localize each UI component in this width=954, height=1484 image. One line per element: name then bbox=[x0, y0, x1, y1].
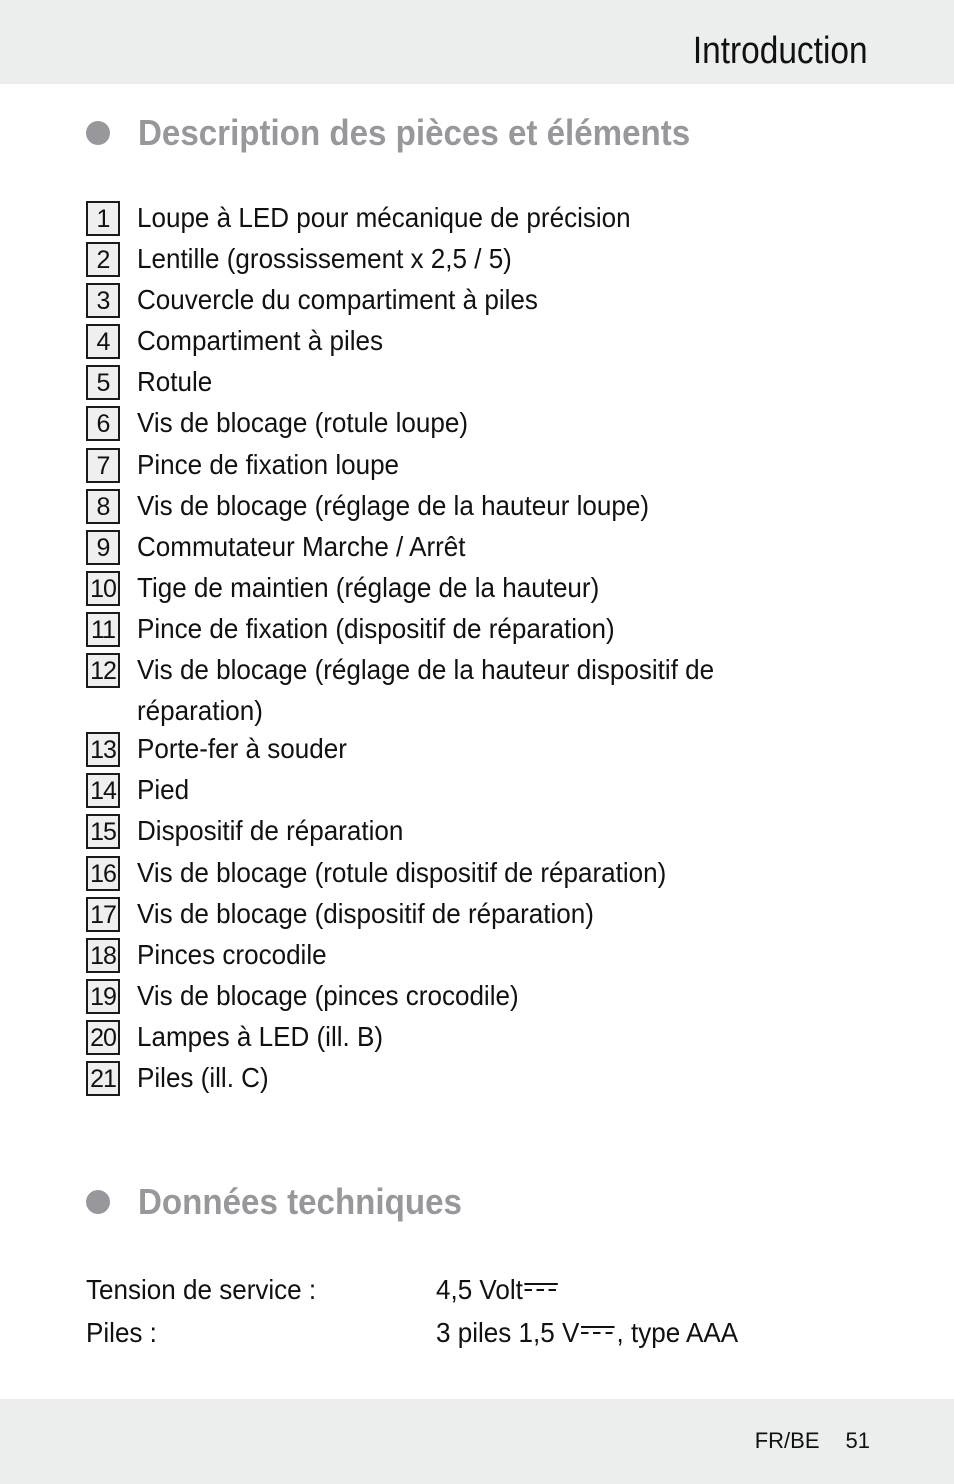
parts-list-item: 3 Couvercle du compartiment à piles bbox=[86, 282, 846, 323]
tech-specs-table: Tension de service : 4,5 Volt Piles : 3 pil… bbox=[86, 1268, 846, 1354]
parts-list-item: 9 Commutateur Marche / Arrêt bbox=[86, 529, 846, 570]
part-number-box: 11 bbox=[86, 611, 120, 647]
part-number-box: 16 bbox=[86, 855, 120, 891]
section-heading-parts: Description des pièces et éléments bbox=[86, 112, 738, 154]
spec-value-text: 3 piles 1,5 V bbox=[436, 1316, 580, 1348]
part-number-box: 12 bbox=[86, 653, 120, 689]
part-number-box: 13 bbox=[86, 732, 120, 768]
part-label: Loupe à LED pour mécanique de précision bbox=[137, 202, 631, 233]
part-number-box: 2 bbox=[86, 242, 120, 278]
spec-value-text: 4,5 Volt bbox=[436, 1273, 523, 1305]
part-number-box: 3 bbox=[86, 283, 120, 319]
part-number-box: 1 bbox=[86, 201, 120, 236]
parts-list-item: 13 Porte-fer à souder bbox=[86, 731, 846, 772]
parts-list-item: 21 Piles (ill. C) bbox=[86, 1060, 846, 1101]
parts-list-item: 15 Dispositif de réparation bbox=[86, 813, 846, 854]
spec-row: Piles : 3 piles 1,5 V , type AAA bbox=[86, 1311, 846, 1354]
bullet-icon bbox=[86, 1190, 110, 1214]
part-number-box: 20 bbox=[86, 1019, 120, 1055]
spec-value: 4,5 Volt bbox=[436, 1274, 560, 1306]
spec-label: Tension de service : bbox=[86, 1273, 317, 1305]
part-label: Rotule bbox=[137, 366, 213, 398]
dc-current-icon bbox=[581, 1325, 615, 1335]
parts-list-item: 7 Pince de fixation loupe bbox=[86, 447, 846, 488]
section-heading-specs: Données techniques bbox=[86, 1181, 490, 1223]
part-label: Pinces crocodile bbox=[137, 938, 327, 970]
parts-list-item: 6 Vis de blocage (rotule loupe) bbox=[86, 405, 846, 446]
part-label: Lentille (grossissement x 2,5 / 5) bbox=[137, 243, 512, 275]
parts-list-item: 18 Pinces crocodile bbox=[86, 937, 846, 978]
page-title: Introduction bbox=[693, 30, 868, 72]
parts-list-item: 4 Compartiment à piles bbox=[86, 323, 846, 364]
part-label: Dispositif de réparation bbox=[137, 815, 404, 847]
part-number-box: 8 bbox=[86, 488, 120, 524]
parts-list-item: 17 Vis de blocage (dispositif de réparati… bbox=[86, 896, 846, 937]
parts-list: 1 Loupe à LED pour mécanique de précision… bbox=[86, 200, 846, 1101]
part-number-box: 14 bbox=[86, 773, 120, 809]
part-number-box: 4 bbox=[86, 324, 120, 360]
part-label: Porte-fer à souder bbox=[137, 733, 347, 765]
parts-list-item: 12 Vis de blocage (réglage de la hauteur … bbox=[86, 652, 846, 731]
part-label: Pied bbox=[137, 774, 190, 806]
part-label: Vis de blocage (pinces crocodile) bbox=[137, 979, 519, 1011]
part-number-box: 17 bbox=[86, 896, 120, 932]
parts-list-item: 11 Pince de fixation (dispositif de répar… bbox=[86, 611, 846, 652]
part-label: Tige de maintien (réglage de la hauteur) bbox=[137, 571, 600, 603]
part-label: Vis de blocage (rotule loupe) bbox=[137, 407, 469, 439]
bullet-icon bbox=[86, 121, 110, 145]
parts-list-item: 2 Lentille (grossissement x 2,5 / 5) bbox=[86, 241, 846, 282]
spec-value: 3 piles 1,5 V , type AAA bbox=[436, 1317, 738, 1349]
part-number-box: 19 bbox=[86, 978, 120, 1014]
spec-row: Tension de service : 4,5 Volt bbox=[86, 1268, 846, 1311]
part-label: Commutateur Marche / Arrêt bbox=[137, 530, 466, 562]
parts-list-item: 19 Vis de blocage (pinces crocodile) bbox=[86, 978, 846, 1019]
part-number-box: 10 bbox=[86, 570, 120, 606]
part-number-box: 7 bbox=[86, 447, 120, 483]
part-number-box: 5 bbox=[86, 365, 120, 401]
part-number-box: 18 bbox=[86, 937, 120, 973]
part-label: Pince de fixation (dispositif de réparat… bbox=[137, 612, 615, 644]
parts-list-item: 10 Tige de maintien (réglage de la hauteu… bbox=[86, 570, 846, 611]
page-footer: FR/BE 51 bbox=[755, 1428, 870, 1454]
parts-list-item: 1 Loupe à LED pour mécanique de précision bbox=[86, 200, 846, 241]
part-label: Compartiment à piles bbox=[137, 325, 384, 357]
part-number-box: 9 bbox=[86, 529, 120, 565]
section-heading-text: Données techniques bbox=[138, 1181, 462, 1222]
part-label: Piles (ill. C) bbox=[137, 1061, 269, 1093]
locale-label: FR/BE bbox=[754, 1428, 820, 1453]
page-number: 51 bbox=[845, 1428, 870, 1453]
spec-label: Piles : bbox=[86, 1316, 157, 1348]
section-heading-text: Description des pièces et éléments bbox=[138, 112, 691, 153]
part-number-box: 6 bbox=[86, 406, 120, 442]
part-label: Vis de blocage (dispositif de réparation… bbox=[137, 897, 594, 929]
part-label: Vis de blocage (réglage de la hauteur di… bbox=[137, 654, 715, 727]
part-label: Vis de blocage (réglage de la hauteur lo… bbox=[137, 489, 650, 521]
part-label: Lampes à LED (ill. B) bbox=[137, 1020, 384, 1052]
spec-value-suffix: , type AAA bbox=[616, 1316, 739, 1348]
parts-list-item: 5 Rotule bbox=[86, 364, 846, 405]
part-number-box: 15 bbox=[86, 814, 120, 850]
dc-current-icon bbox=[524, 1282, 559, 1292]
part-label: Vis de blocage (rotule dispositif de rép… bbox=[137, 856, 667, 888]
parts-list-item: 14 Pied bbox=[86, 772, 846, 813]
parts-list-item: 16 Vis de blocage (rotule dispositif de r… bbox=[86, 855, 846, 896]
part-number-box: 21 bbox=[86, 1060, 120, 1096]
parts-list-item: 20 Lampes à LED (ill. B) bbox=[86, 1019, 846, 1060]
part-label: Couvercle du compartiment à piles bbox=[137, 284, 538, 316]
part-label: Pince de fixation loupe bbox=[137, 448, 400, 480]
parts-list-item: 8 Vis de blocage (réglage de la hauteur l… bbox=[86, 488, 846, 529]
